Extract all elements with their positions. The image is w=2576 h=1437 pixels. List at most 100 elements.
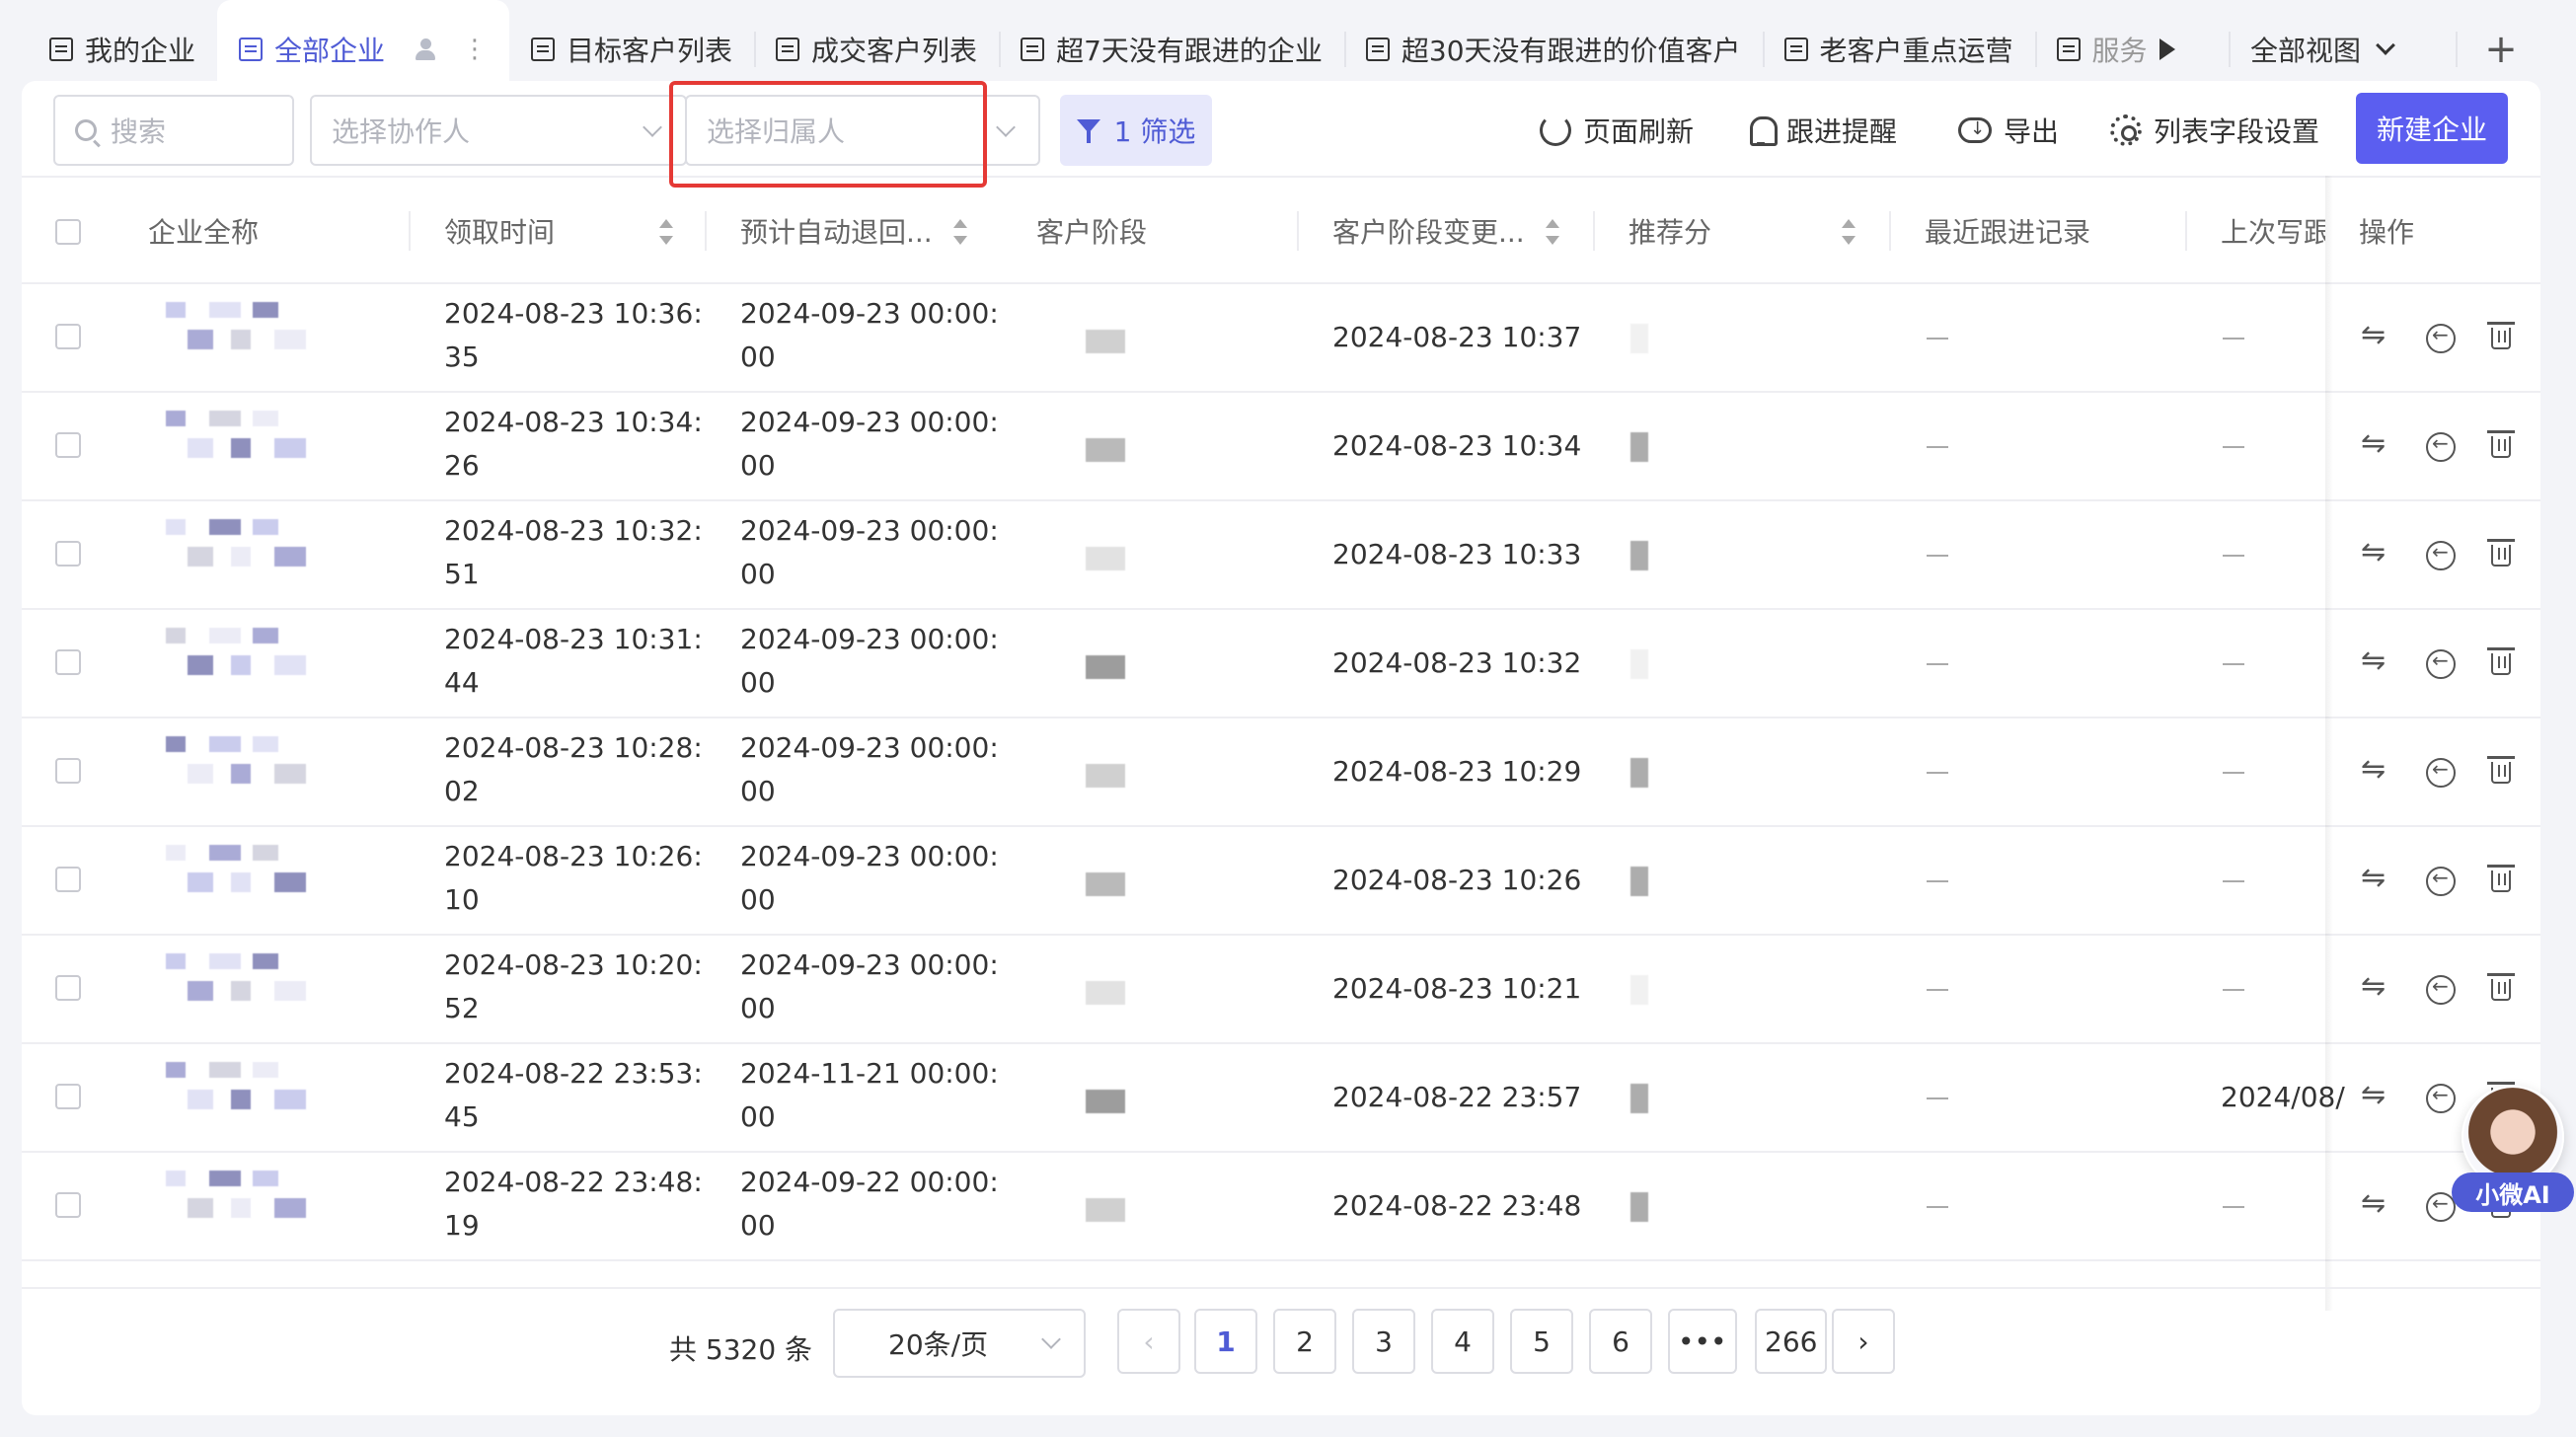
delete-icon[interactable] <box>2487 322 2515 349</box>
claim-time-line1: 2024-08-23 10:31: <box>444 623 703 655</box>
table-row[interactable]: 2024-08-23 10:28: 02 2024-09-23 00:00: 0… <box>22 718 2540 827</box>
follow-reminder-button[interactable]: 跟进提醒 <box>1747 95 1897 166</box>
transfer-icon[interactable] <box>2361 752 2390 788</box>
return-icon[interactable] <box>2426 974 2456 1005</box>
select-all-checkbox[interactable] <box>55 219 81 245</box>
page-button[interactable]: 4 <box>1431 1309 1494 1374</box>
row-checkbox[interactable] <box>55 758 81 784</box>
page-button[interactable]: 5 <box>1510 1309 1573 1374</box>
refresh-label: 页面刷新 <box>1583 115 1695 148</box>
delete-icon[interactable] <box>2487 647 2515 675</box>
table-row[interactable]: 2024-08-23 10:34: 26 2024-09-23 00:00: 0… <box>22 393 2540 501</box>
delete-icon[interactable] <box>2487 865 2515 892</box>
page-size-select[interactable]: 20条/页 <box>833 1309 1086 1378</box>
stage-change-time: 2024-08-23 10:26 <box>1332 864 1582 896</box>
return-icon[interactable] <box>2426 648 2456 679</box>
owner-select[interactable]: 选择归属人 <box>685 95 1040 166</box>
next-page-button[interactable]: › <box>1832 1309 1895 1374</box>
page-button[interactable]: 6 <box>1589 1309 1652 1374</box>
page-button[interactable]: 266 <box>1755 1309 1828 1374</box>
redacted-block <box>274 1090 306 1109</box>
row-checkbox[interactable] <box>55 1084 81 1109</box>
sort-icon[interactable] <box>659 219 673 245</box>
row-checkbox[interactable] <box>55 324 81 349</box>
list-icon <box>1783 38 1808 61</box>
transfer-icon[interactable] <box>2361 643 2390 679</box>
table-row[interactable]: 2024-08-23 10:36: 35 2024-09-23 00:00: 0… <box>22 284 2540 393</box>
th-last-write[interactable]: 上次写跟 <box>2221 178 2325 284</box>
prev-page-button[interactable]: ‹ <box>1117 1309 1180 1374</box>
th-company-name[interactable]: 企业全称 <box>148 178 259 284</box>
return-icon[interactable] <box>2426 431 2456 462</box>
cloud-download-icon <box>1958 117 1992 143</box>
redacted-block <box>166 1062 186 1078</box>
return-icon[interactable] <box>2426 866 2456 896</box>
table-row[interactable]: 2024-08-22 23:48: 19 2024-09-22 00:00: 0… <box>22 1153 2540 1261</box>
redacted-block <box>188 981 213 1001</box>
sort-icon[interactable] <box>953 219 967 245</box>
table-row[interactable]: 2024-08-23 10:32: 51 2024-09-23 00:00: 0… <box>22 501 2540 610</box>
last-write-empty <box>2223 880 2244 882</box>
column-settings-button[interactable]: 列表字段设置 <box>2110 95 2319 166</box>
filter-button[interactable]: 1 筛选 <box>1060 95 1212 166</box>
th-recommend-score[interactable]: 推荐分 <box>1629 178 1711 284</box>
transfer-icon[interactable] <box>2361 969 2390 1005</box>
row-checkbox[interactable] <box>55 975 81 1001</box>
th-customer-stage[interactable]: 客户阶段 <box>1036 178 1147 284</box>
refresh-button[interactable]: 页面刷新 <box>1540 95 1694 166</box>
claim-time: 2024-08-23 10:34: 26 <box>444 401 703 488</box>
return-icon[interactable] <box>2426 757 2456 788</box>
table-row[interactable]: 2024-08-22 23:53: 45 2024-11-21 00:00: 0… <box>22 1044 2540 1153</box>
auto-return-time: 2024-09-23 00:00: 00 <box>740 944 999 1030</box>
delete-icon[interactable] <box>2487 539 2515 567</box>
transfer-icon[interactable] <box>2361 861 2390 896</box>
th-claim-time[interactable]: 领取时间 <box>444 178 555 284</box>
return-time-line1: 2024-09-23 00:00: <box>740 948 999 981</box>
row-checkbox[interactable] <box>55 649 81 675</box>
page-button[interactable]: 2 <box>1273 1309 1336 1374</box>
delete-icon[interactable] <box>2487 430 2515 458</box>
add-view-button[interactable]: + <box>2456 26 2525 73</box>
collaborator-select[interactable]: 选择协作人 <box>310 95 687 166</box>
claim-time-line2: 02 <box>444 775 480 807</box>
transfer-icon[interactable] <box>2361 318 2390 353</box>
sort-icon[interactable] <box>1842 219 1856 245</box>
search-input[interactable]: 搜索 <box>53 95 294 166</box>
last-write-empty <box>2223 338 2244 340</box>
row-checkbox[interactable] <box>55 541 81 567</box>
column-divider <box>705 211 707 251</box>
transfer-icon[interactable] <box>2361 1078 2390 1113</box>
tab-label: 全部企业 <box>274 35 386 67</box>
th-latest-follow-record[interactable]: 最近跟进记录 <box>1925 178 2090 284</box>
row-checkbox[interactable] <box>55 432 81 458</box>
ai-assistant-button[interactable]: 小微AI <box>2452 1086 2574 1214</box>
th-stage-change-time[interactable]: 客户阶段变更... <box>1332 178 1525 284</box>
customer-stage-redacted <box>1086 872 1125 896</box>
page-ellipsis[interactable]: ••• <box>1668 1309 1737 1374</box>
transfer-icon[interactable] <box>2361 1186 2390 1222</box>
page-button[interactable]: 1 <box>1194 1309 1257 1374</box>
row-checkbox[interactable] <box>55 1192 81 1218</box>
th-auto-return-time[interactable]: 预计自动退回... <box>740 178 933 284</box>
return-icon[interactable] <box>2426 540 2456 570</box>
transfer-icon[interactable] <box>2361 535 2390 570</box>
row-checkbox[interactable] <box>55 867 81 892</box>
delete-icon[interactable] <box>2487 756 2515 784</box>
return-icon[interactable] <box>2426 323 2456 353</box>
tab-label: 我的企业 <box>85 35 196 67</box>
scroll-right-icon[interactable] <box>2159 38 2175 60</box>
export-button[interactable]: 导出 <box>1958 95 2059 166</box>
delete-icon[interactable] <box>2487 973 2515 1001</box>
table-row[interactable]: 2024-08-23 10:31: 44 2024-09-23 00:00: 0… <box>22 610 2540 718</box>
recommend-score-redacted <box>1630 975 1648 1005</box>
page-button[interactable]: 3 <box>1352 1309 1415 1374</box>
more-vertical-icon[interactable]: ⋮ <box>462 35 488 64</box>
claim-time: 2024-08-23 10:36: 35 <box>444 292 703 379</box>
table-row[interactable]: 2024-08-23 10:20: 52 2024-09-23 00:00: 0… <box>22 936 2540 1044</box>
sort-icon[interactable] <box>1546 219 1559 245</box>
last-write-empty <box>2223 989 2244 991</box>
table-row[interactable]: 2024-08-23 10:26: 10 2024-09-23 00:00: 0… <box>22 827 2540 936</box>
new-company-button[interactable]: 新建企业 <box>2356 93 2508 164</box>
refresh-icon <box>1540 114 1571 146</box>
transfer-icon[interactable] <box>2361 426 2390 462</box>
